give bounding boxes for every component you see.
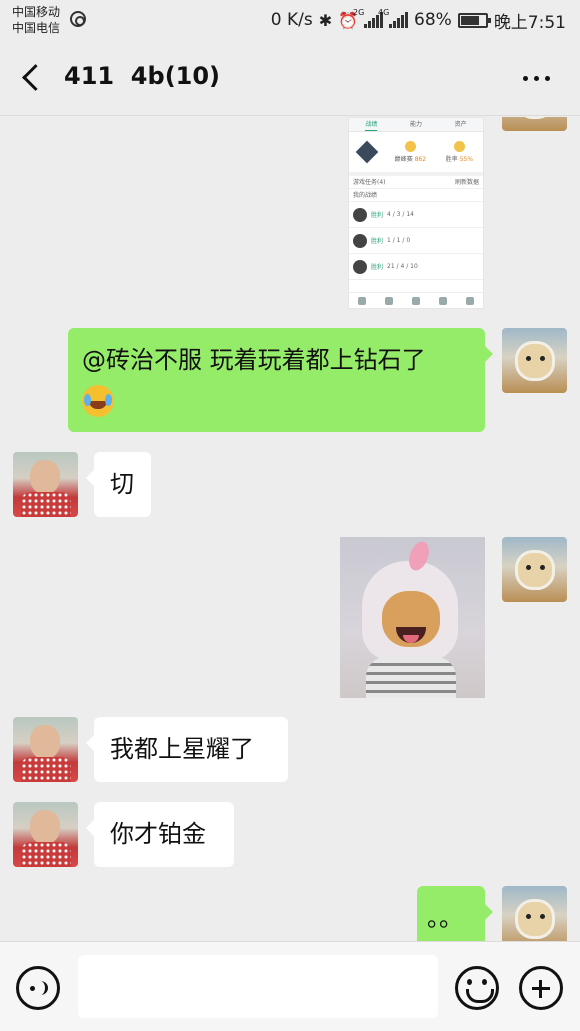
shot-tab-ability: 能力 — [409, 121, 422, 128]
medal-icon — [453, 141, 465, 152]
shot-task-right: 刷新数据 — [454, 179, 479, 186]
back-arrow-icon[interactable] — [18, 64, 44, 90]
chat-title: 411 4b(10) — [64, 62, 221, 90]
shot-stat-peak: 巅峰赛 862 — [395, 141, 426, 163]
message-text: 。。 — [427, 904, 463, 932]
shot-stat-winrate-label: 胜率 — [445, 156, 458, 163]
shot-task-row: 游戏任务(4) 刷新数据 — [349, 176, 483, 189]
carrier-1: 中国移动 — [12, 5, 61, 19]
net-2g-label: 2G — [353, 8, 365, 17]
match-kda: 1 / 1 / 0 — [387, 237, 411, 244]
hero-avatar-icon — [353, 233, 367, 248]
shot-stat-winrate: 胜率 55% — [446, 141, 473, 163]
my-avatar[interactable] — [502, 537, 567, 602]
shot-tabs: 战绩 能力 资产 — [349, 118, 483, 132]
clock: 晚上7:51 — [493, 12, 566, 33]
message-text: 我都上星耀了 — [110, 735, 254, 763]
more-options-icon[interactable] — [523, 76, 550, 81]
shot-match-row: 胜利 4 / 3 / 14 — [349, 202, 483, 228]
battery-percent: 68% — [414, 10, 452, 30]
shot-bottom-nav — [349, 292, 483, 308]
message-bubble[interactable]: 切 — [86, 452, 151, 517]
shot-match-row: 胜利 1 / 1 / 0 — [349, 228, 483, 254]
voice-icon[interactable] — [16, 966, 60, 1010]
my-avatar[interactable] — [502, 117, 567, 131]
shot-stats: 巅峰赛 862 胜率 55% — [349, 132, 483, 176]
my-avatar[interactable] — [502, 886, 567, 941]
message-list[interactable]: 战绩 能力 资产 巅峰赛 862 胜率 55% 游戏任务(4) 刷新数据 我的战… — [0, 117, 580, 941]
dog-sticker-image[interactable] — [340, 537, 485, 698]
contact-avatar[interactable] — [13, 802, 78, 867]
emoji-icon[interactable] — [455, 966, 499, 1010]
message-bubble[interactable]: 。。 — [417, 886, 493, 941]
hero-avatar-icon — [353, 259, 367, 274]
rank-badge-icon — [355, 140, 379, 164]
contact-avatar[interactable] — [13, 452, 78, 517]
shot-stat-peak-label: 巅峰赛 — [394, 156, 413, 163]
shot-stat-winrate-value: 55% — [459, 156, 474, 163]
shot-stat-peak-value: 862 — [414, 156, 427, 163]
hero-avatar-icon — [353, 207, 367, 222]
chat-header: 411 4b(10) — [0, 40, 580, 116]
carrier-2: 中国电信 — [12, 21, 61, 35]
message-text: @砖治不服 玩着玩着都上钻石了 — [82, 346, 426, 374]
message-input[interactable] — [78, 955, 438, 1018]
message-text: 你才铂金 — [110, 820, 206, 848]
match-kda: 4 / 3 / 14 — [387, 211, 414, 218]
message-text: 切 — [110, 470, 134, 498]
status-bar: 中国移动 中国电信 0 K/s ✱ ⏰ 2G 4G 68% 晚上7:51 — [0, 0, 580, 40]
shot-match-row: 胜利 21 / 4 / 10 — [349, 254, 483, 280]
bluetooth-icon: ✱ — [318, 10, 333, 30]
message-bubble[interactable]: 我都上星耀了 — [86, 717, 288, 782]
message-bubble[interactable]: 你才铂金 — [86, 802, 234, 867]
battery-icon — [457, 12, 491, 28]
shot-task-label: 游戏任务(4) — [353, 179, 386, 186]
shot-tab-record: 战绩 — [365, 118, 378, 131]
my-avatar[interactable] — [502, 328, 567, 393]
medal-icon — [404, 141, 416, 152]
match-result: 胜利 — [371, 264, 384, 271]
match-result: 胜利 — [371, 238, 384, 245]
shot-record-label: 我的战绩 — [353, 192, 378, 199]
net-4g-label: 4G — [378, 8, 390, 17]
input-bar — [0, 941, 580, 1031]
shot-record-row: 我的战绩 — [349, 189, 483, 202]
game-record-screenshot[interactable]: 战绩 能力 资产 巅峰赛 862 胜率 55% 游戏任务(4) 刷新数据 我的战… — [348, 117, 484, 309]
sync-icon — [70, 11, 86, 27]
contact-avatar[interactable] — [13, 717, 78, 782]
signal-4g-icon: 4G — [378, 8, 409, 28]
message-bubble[interactable]: @砖治不服 玩着玩着都上钻石了 — [68, 328, 493, 432]
carrier-info: 中国移动 中国电信 — [12, 4, 60, 36]
shot-tab-assets: 资产 — [454, 121, 467, 128]
plus-icon[interactable] — [519, 966, 563, 1010]
match-kda: 21 / 4 / 10 — [387, 263, 418, 270]
status-right: 0 K/s ✱ ⏰ 2G 4G 68% 晚上7:51 — [270, 8, 566, 33]
net-speed: 0 K/s — [270, 10, 313, 30]
match-result: 胜利 — [371, 212, 384, 219]
crying-laughing-emoji-icon — [82, 385, 114, 417]
